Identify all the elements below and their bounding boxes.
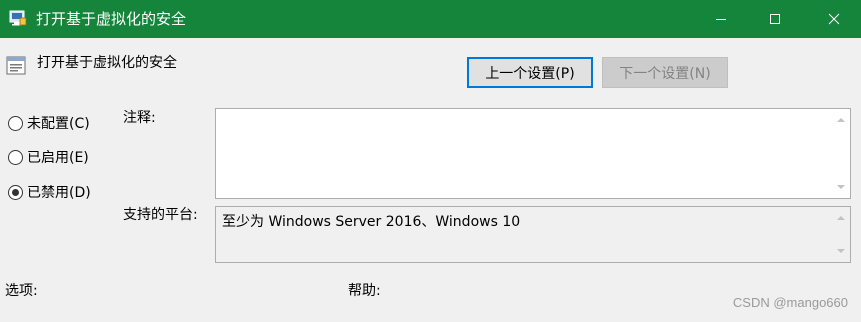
supported-on-scrollbar[interactable] xyxy=(833,207,850,262)
supported-on-label: 支持的平台: xyxy=(123,207,198,223)
radio-label: 已禁用(D) xyxy=(27,185,91,201)
comment-scrollbar[interactable] xyxy=(833,109,850,198)
policy-title: 打开基于虚拟化的安全 xyxy=(37,55,177,71)
close-icon xyxy=(828,13,840,25)
radio-label: 未配置(C) xyxy=(27,116,90,132)
scroll-up-icon[interactable] xyxy=(837,216,845,220)
radio-circle[interactable] xyxy=(8,149,23,165)
radio-circle[interactable] xyxy=(8,115,23,131)
options-section-label: 选项: xyxy=(5,283,38,299)
title-bar[interactable]: 打开基于虚拟化的安全 xyxy=(0,0,861,38)
radio-circle-selected[interactable] xyxy=(8,184,23,200)
supported-on-value: 至少为 Windows Server 2016、Windows 10 xyxy=(222,214,521,230)
next-setting-button[interactable]: 下一个设置(N) xyxy=(602,57,728,88)
radio-not-configured[interactable]: 未配置(C) xyxy=(8,112,90,134)
maximize-icon xyxy=(769,13,781,25)
minimize-button[interactable] xyxy=(698,0,744,38)
radio-label: 已启用(E) xyxy=(27,150,89,166)
comment-textarea[interactable] xyxy=(215,108,851,199)
window-title: 打开基于虚拟化的安全 xyxy=(36,10,187,28)
close-button[interactable] xyxy=(811,0,857,38)
policy-setting-icon xyxy=(5,54,27,76)
comment-label: 注释: xyxy=(123,110,156,126)
watermark: CSDN @mango660 xyxy=(732,295,848,310)
scroll-up-icon[interactable] xyxy=(837,118,845,122)
help-section-label: 帮助: xyxy=(348,283,381,299)
supported-on-field[interactable]: 至少为 Windows Server 2016、Windows 10 xyxy=(215,206,851,263)
scroll-down-icon[interactable] xyxy=(837,249,845,253)
scroll-down-icon[interactable] xyxy=(837,185,845,189)
policy-window-icon xyxy=(9,9,27,27)
previous-setting-button[interactable]: 上一个设置(P) xyxy=(467,57,593,88)
radio-disabled[interactable]: 已禁用(D) xyxy=(8,181,91,203)
maximize-button[interactable] xyxy=(752,0,798,38)
radio-enabled[interactable]: 已启用(E) xyxy=(8,146,89,168)
minimize-icon xyxy=(715,13,727,25)
